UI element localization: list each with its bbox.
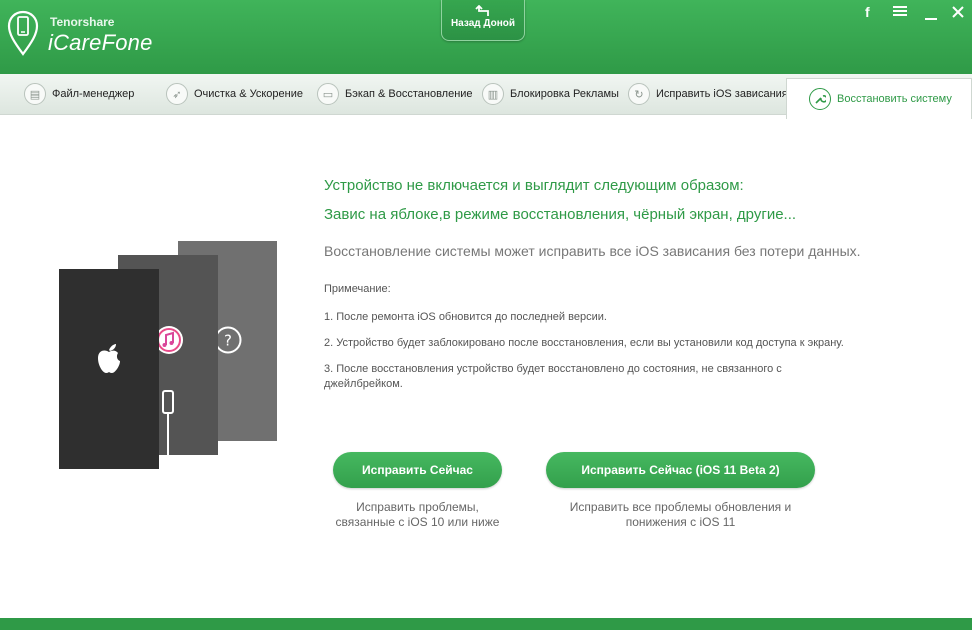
tab-label: Блокировка Рекламы — [510, 88, 619, 100]
svg-text:?: ? — [224, 332, 232, 350]
tab-label: Восстановить систему — [837, 93, 952, 105]
tab-label: Файл-менеджер — [52, 88, 135, 100]
footer-bar — [0, 618, 972, 630]
backup-icon: ▭ — [317, 83, 339, 105]
note-label: Примечание: — [324, 283, 391, 295]
tab-label: Очистка & Ускорение — [194, 88, 303, 100]
note-item: 1. После ремонта iOS обновится до послед… — [324, 311, 607, 323]
refresh-icon: ↻ — [628, 83, 650, 105]
file-manager-icon: ▤ — [24, 83, 46, 105]
fix-now-ios11-button-label: Исправить Сейчас (iOS 11 Beta 2) — [581, 463, 780, 477]
apple-logo-icon — [98, 344, 120, 373]
usb-cable-icon — [162, 390, 174, 455]
description: Восстановление системы может исправить в… — [324, 243, 861, 259]
menu-icon[interactable] — [893, 4, 907, 20]
trash-icon: ▥ — [482, 83, 504, 105]
home-button[interactable]: Назад Доной — [441, 0, 525, 41]
note-item: джейлбрейком. — [324, 378, 403, 390]
home-button-label: Назад Доной — [450, 18, 516, 29]
tab-fix-ios[interactable]: ↻ Исправить iOS зависания — [628, 74, 788, 114]
tab-file-manager[interactable]: ▤ Файл-менеджер — [24, 74, 134, 114]
fix-now-button[interactable]: Исправить Сейчас — [333, 452, 502, 488]
fix-now-ios11-caption: Исправить все проблемы обновления и пони… — [569, 500, 792, 529]
back-arrow-icon — [475, 5, 489, 16]
note-item: 3. После восстановления устройство будет… — [324, 363, 782, 375]
app-header: Tenorshare iCareFone Назад Доной f — [0, 0, 972, 74]
tab-label: Исправить iOS зависания — [656, 88, 788, 100]
minimize-icon[interactable] — [925, 9, 937, 25]
close-icon[interactable] — [952, 5, 964, 21]
headline-symptoms: Устройство не включается и выглядит след… — [324, 177, 744, 194]
tab-cleanup[interactable]: ➶ Очистка & Ускорение — [166, 74, 303, 114]
wrench-icon — [809, 88, 831, 110]
tab-label: Бэкап & Восстановление — [345, 88, 473, 100]
feature-tabbar: ▤ Файл-менеджер ➶ Очистка & Ускорение ▭ … — [0, 74, 972, 119]
fix-now-button-label: Исправить Сейчас — [362, 463, 473, 477]
tab-ad-block[interactable]: ▥ Блокировка Рекламы — [482, 74, 619, 114]
facebook-icon[interactable]: f — [865, 4, 870, 20]
rocket-icon: ➶ — [166, 83, 188, 105]
fix-now-caption: Исправить проблемы, связанные с iOS 10 и… — [335, 500, 500, 529]
fix-now-ios11-button[interactable]: Исправить Сейчас (iOS 11 Beta 2) — [546, 452, 815, 488]
note-item: 2. Устройство будет заблокировано после … — [324, 337, 844, 349]
brand-product: iCareFone — [48, 30, 153, 55]
brand-vendor: Tenorshare — [50, 15, 115, 29]
icarefone-logo-icon — [7, 10, 39, 56]
tab-repair-system[interactable]: Восстановить систему — [786, 78, 972, 119]
tab-backup[interactable]: ▭ Бэкап & Восстановление — [317, 74, 473, 114]
phone-apple-logo — [59, 269, 159, 469]
headline-examples: Завис на яблоке,в режиме восстановления,… — [324, 206, 797, 223]
